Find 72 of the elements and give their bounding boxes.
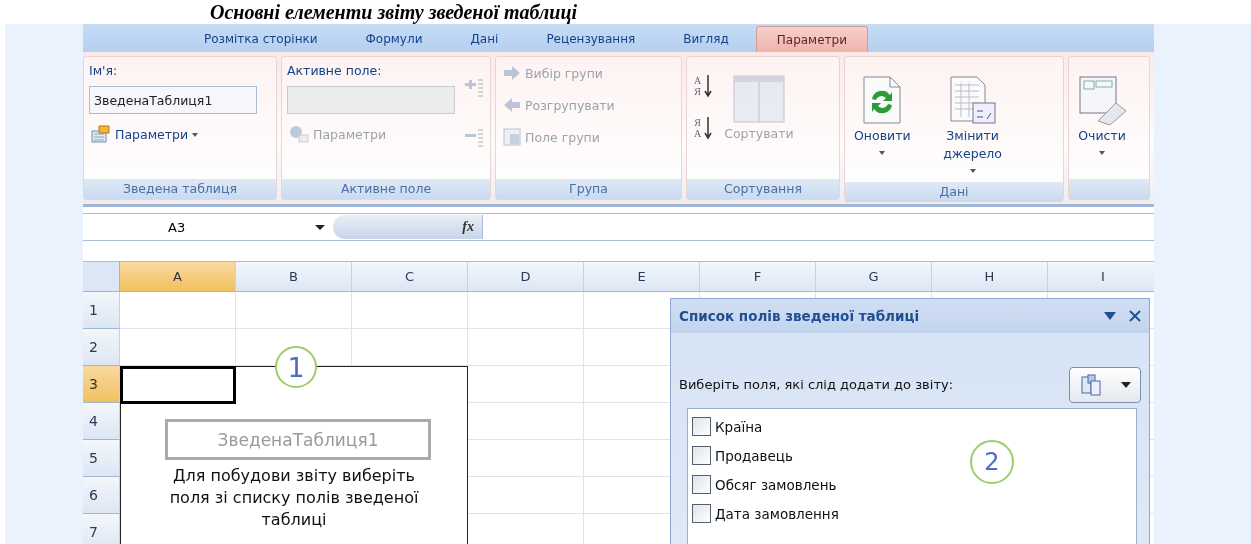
checkbox[interactable]	[692, 475, 711, 494]
arrow-left-icon	[503, 97, 521, 113]
column-header[interactable]: C	[352, 262, 468, 292]
page-heading: Основні елементи звіту зведеної таблиці	[210, 1, 578, 23]
checkbox[interactable]	[692, 446, 711, 465]
column-header[interactable]: B	[236, 262, 352, 292]
ribbon-button[interactable]: Змінити джерело	[920, 73, 1025, 178]
row-header[interactable]: 3	[83, 366, 120, 403]
ribbon-tab[interactable]: Дані	[449, 24, 520, 52]
column-header[interactable]: E	[584, 262, 700, 292]
pane-prompt: Виберіть поля, які слід додати до звіту:	[679, 377, 954, 392]
insert-function-button[interactable]: fx	[333, 215, 483, 239]
icon-button[interactable]: Я А	[692, 113, 715, 143]
group-title: Сортування	[687, 179, 839, 199]
ribbon-tab[interactable]: Вигляд	[662, 24, 750, 52]
group-title: Зведена таблиця	[84, 179, 276, 199]
eraser-icon	[1078, 75, 1126, 125]
callout-number: 2	[970, 440, 1014, 484]
row-header[interactable]: 6	[83, 477, 120, 514]
column-header[interactable]: G	[816, 262, 932, 292]
refresh-icon	[862, 75, 903, 125]
column-header[interactable]: F	[700, 262, 816, 292]
sort-icon	[732, 75, 785, 123]
settings-icon	[289, 125, 309, 143]
field-label: Активне поле:	[287, 62, 382, 78]
ribbon-tab[interactable]: Рецензування	[525, 24, 657, 52]
column-header[interactable]: A	[120, 262, 236, 292]
expand-icon	[463, 77, 485, 99]
group-title: Група	[496, 179, 681, 199]
field-name: Дата замовлення	[715, 505, 839, 522]
placeholder-instruction: Для побудови звіту виберіть поля зі списку полів зведеної таблиці	[168, 465, 420, 531]
row-header[interactable]: 1	[83, 292, 120, 329]
pane-title: Список полів зведеної таблиці	[679, 308, 921, 324]
group-title: Дані	[845, 182, 1063, 202]
down-arrow-icon	[704, 115, 713, 141]
field-name: Продавець	[715, 447, 793, 464]
collapse-icon	[463, 127, 485, 149]
close-icon[interactable]	[1129, 310, 1141, 322]
dropdown-icon[interactable]	[1103, 311, 1117, 321]
caret-icon	[1121, 382, 1131, 388]
name-field[interactable]: ЗведенаТаблиця1	[89, 86, 257, 114]
checkbox[interactable]	[692, 504, 711, 523]
name-box[interactable]: A3	[83, 214, 333, 240]
field-name: Країна	[715, 418, 763, 435]
icon-button[interactable]: А Я	[692, 71, 715, 101]
group-field-icon	[503, 128, 521, 146]
ribbon-tab[interactable]: Параметри	[755, 26, 868, 52]
ribbon-button[interactable]: Параметри	[89, 122, 201, 146]
field-label: Ім'я:	[89, 62, 118, 78]
down-arrow-icon	[704, 73, 713, 99]
row-header[interactable]: 5	[83, 440, 120, 477]
group-title: Активне поле	[282, 179, 490, 199]
layout-button[interactable]	[1069, 367, 1141, 403]
settings-icon	[91, 125, 111, 143]
column-header[interactable]: I	[1048, 262, 1154, 292]
row-header[interactable]: 2	[83, 329, 120, 366]
row-header[interactable]: 4	[83, 403, 120, 440]
layout-icon	[1079, 373, 1103, 397]
cell-reference: A3	[168, 219, 186, 235]
ribbon-tab[interactable]: Формули	[344, 24, 444, 52]
ribbon-tab[interactable]: Розмітка сторінки	[183, 24, 339, 52]
row-header[interactable]: 7	[83, 514, 120, 544]
arrow-right-icon	[503, 65, 521, 81]
pivot-table-name: ЗведенаТаблиця1	[165, 419, 431, 460]
checkbox[interactable]	[692, 417, 711, 436]
document-icon	[948, 75, 997, 125]
ribbon-button[interactable]: Оновити	[850, 73, 915, 160]
ribbon-button[interactable]: Очисти	[1074, 73, 1130, 160]
field-name: Обсяг замовлень	[715, 476, 837, 493]
column-header[interactable]: H	[932, 262, 1048, 292]
column-header[interactable]: D	[468, 262, 584, 292]
callout-badge: 1	[275, 346, 317, 388]
